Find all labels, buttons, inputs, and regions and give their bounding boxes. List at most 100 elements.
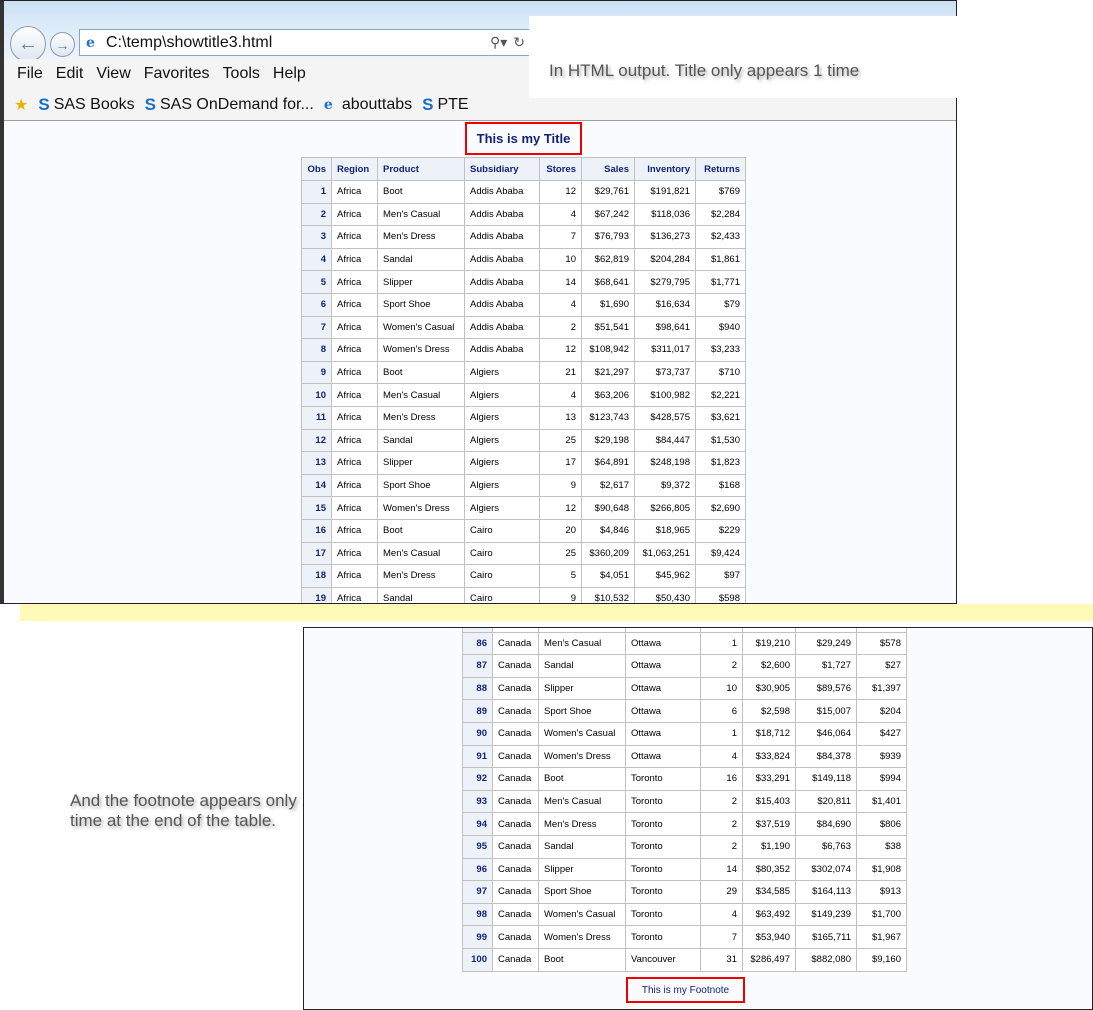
cell-obs: 4 bbox=[301, 247, 332, 272]
cell-stores: 2 bbox=[700, 834, 743, 859]
cell-product: Women's Casual bbox=[538, 902, 626, 927]
cell-obs: 8 bbox=[301, 338, 332, 362]
cell-returns: $427 bbox=[856, 721, 907, 746]
cell-product: Boot bbox=[377, 360, 465, 385]
cell-subsidiary: Addis Ababa bbox=[464, 247, 540, 272]
cell-region: Canada bbox=[492, 902, 539, 927]
cell-region: Africa bbox=[331, 338, 378, 362]
cell-sales: $53,940 bbox=[742, 925, 796, 949]
cell-region: Canada bbox=[492, 744, 539, 769]
cell-obs: 15 bbox=[301, 496, 332, 520]
cell-stores: 12 bbox=[539, 496, 582, 520]
add-favorite-star-icon[interactable]: ★ bbox=[14, 95, 28, 115]
menu-favorites[interactable]: Favorites bbox=[144, 65, 210, 83]
cell-sales: $1,690 bbox=[581, 292, 635, 317]
cell-region: Canada bbox=[492, 789, 539, 814]
cell-stores: 2 bbox=[700, 654, 743, 678]
cell-product: Men's Casual bbox=[538, 631, 626, 656]
cell-returns: $2,690 bbox=[695, 496, 746, 520]
favorite-pte[interactable]: PTE bbox=[437, 96, 468, 114]
cell-product: Men's Dress bbox=[377, 405, 465, 430]
cell-inventory: $9,372 bbox=[634, 473, 696, 498]
table-row: 93 Canada Men's Casual Toronto 2 $15,403 $20,8… bbox=[462, 789, 907, 814]
table-row: 17 Africa Men's Casual Cairo 25 $360,209 $1,06… bbox=[301, 541, 746, 566]
cell-returns: $97 bbox=[695, 564, 746, 588]
table-row: 7 Africa Women's Casual Addis Ababa 2 $51,541… bbox=[301, 315, 746, 340]
cell-product: Sport Shoe bbox=[538, 880, 626, 904]
cell-stores: 20 bbox=[539, 518, 582, 543]
cell-region: Canada bbox=[492, 767, 539, 791]
cell-region: Africa bbox=[331, 202, 378, 227]
cell-subsidiary: Toronto bbox=[625, 902, 701, 927]
cell-inventory: $204,284 bbox=[634, 247, 696, 272]
sas-icon: S bbox=[38, 95, 50, 114]
favorite-sas-books[interactable]: SAS Books bbox=[54, 96, 135, 114]
cell-returns: $1,397 bbox=[856, 676, 907, 701]
cell-stores: 6 bbox=[700, 699, 743, 723]
table-row: 9 Africa Boot Algiers 21 $21,297 $73,737 $710 bbox=[301, 360, 746, 385]
cell-sales: $63,492 bbox=[742, 902, 796, 927]
cell-inventory: $191,821 bbox=[634, 180, 696, 204]
forward-button[interactable]: → bbox=[50, 32, 75, 57]
cell-returns: $1,861 bbox=[695, 247, 746, 272]
favorite-abouttabs[interactable]: abouttabs bbox=[342, 96, 412, 114]
cell-subsidiary: Algiers bbox=[464, 451, 540, 475]
back-button[interactable]: ← bbox=[10, 26, 46, 62]
cell-subsidiary: Ottawa bbox=[625, 699, 701, 723]
cell-returns: $168 bbox=[695, 473, 746, 498]
address-bar[interactable]: e C:\temp\showtitle3.html ⚲▾ ↻ bbox=[79, 29, 532, 56]
cell-product: Sandal bbox=[538, 654, 626, 678]
cell-region: Africa bbox=[331, 541, 378, 566]
table-row: 6 Africa Sport Shoe Addis Ababa 4 $1,690 $16,6… bbox=[301, 292, 746, 317]
favorite-sas-ondemand[interactable]: SAS OnDemand for... bbox=[160, 96, 314, 114]
cell-returns: $27 bbox=[856, 654, 907, 678]
cell-product: Boot bbox=[377, 518, 465, 543]
cell-inventory: $18,965 bbox=[634, 518, 696, 543]
cell-sales: $15,403 bbox=[742, 789, 796, 814]
cell-returns: $1,530 bbox=[695, 428, 746, 453]
cell-product: Men's Dress bbox=[538, 812, 626, 836]
refresh-icon[interactable]: ↻ bbox=[513, 34, 525, 51]
sas-icon: S bbox=[144, 95, 156, 114]
table-row: 18 Africa Men's Dress Cairo 5 $4,051 $45,962 $9… bbox=[301, 564, 746, 588]
table-row: 86 Canada Men's Casual Ottawa 1 $19,210 $29,24… bbox=[462, 631, 907, 656]
menu-help[interactable]: Help bbox=[273, 65, 306, 83]
table-row: 16 Africa Boot Cairo 20 $4,846 $18,965 $229 bbox=[301, 518, 746, 543]
menu-view[interactable]: View bbox=[96, 65, 130, 83]
column-header-sales: Sales bbox=[581, 157, 635, 181]
table-row: 8 Africa Women's Dress Addis Ababa 12 $108,94… bbox=[301, 338, 746, 362]
cell-sales: $64,891 bbox=[581, 451, 635, 475]
ie-page-icon: e bbox=[86, 34, 95, 51]
cell-region: Canada bbox=[492, 631, 539, 656]
column-header-subsidiary: Subsidiary bbox=[464, 157, 540, 181]
cell-obs: 96 bbox=[462, 857, 493, 882]
cell-obs: 97 bbox=[462, 880, 493, 904]
cell-sales: $67,242 bbox=[581, 202, 635, 227]
annotation-title-note: In HTML output. Title only appears 1 tim… bbox=[549, 61, 860, 80]
menu-file[interactable]: File bbox=[17, 65, 43, 83]
cell-region: Canada bbox=[492, 947, 539, 972]
cell-stores: 14 bbox=[700, 857, 743, 882]
cell-subsidiary: Toronto bbox=[625, 812, 701, 836]
search-dropdown-icon[interactable]: ⚲▾ bbox=[490, 34, 507, 51]
table-row: 1 Africa Boot Addis Ababa 12 $29,761 $191,821 $… bbox=[301, 180, 746, 204]
cell-stores: 7 bbox=[700, 925, 743, 949]
cell-returns: $940 bbox=[695, 315, 746, 340]
cell-obs: 91 bbox=[462, 744, 493, 769]
table-row: 19 Africa Sandal Cairo 9 $10,532 $50,430 $598 bbox=[301, 586, 746, 603]
cell-region: Africa bbox=[331, 247, 378, 272]
cell-inventory: $98,641 bbox=[634, 315, 696, 340]
cell-obs: 98 bbox=[462, 902, 493, 927]
cell-subsidiary: Addis Ababa bbox=[464, 202, 540, 227]
cell-returns: $994 bbox=[856, 767, 907, 791]
cell-inventory: $248,198 bbox=[634, 451, 696, 475]
cell-region: Africa bbox=[331, 315, 378, 340]
menu-edit[interactable]: Edit bbox=[56, 65, 84, 83]
cell-obs: 94 bbox=[462, 812, 493, 836]
menu-tools[interactable]: Tools bbox=[223, 65, 260, 83]
cell-subsidiary: Toronto bbox=[625, 857, 701, 882]
cell-stores: 31 bbox=[700, 947, 743, 972]
column-header-region: Region bbox=[331, 157, 378, 181]
cell-inventory: $302,074 bbox=[795, 857, 857, 882]
cell-sales: $19,210 bbox=[742, 631, 796, 656]
